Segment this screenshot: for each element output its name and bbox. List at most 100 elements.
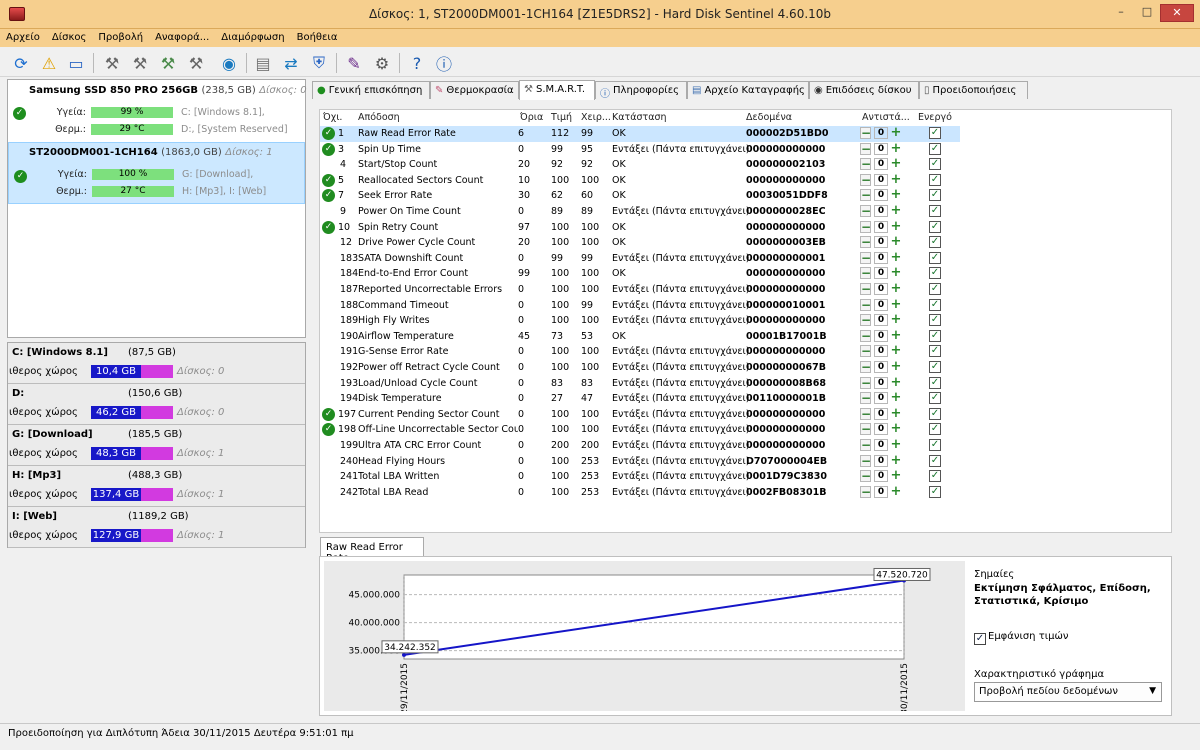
minus-icon[interactable]: − [860,392,871,405]
menu-disk[interactable]: Δίσκος [46,29,92,47]
refresh-icon[interactable]: ⟳ [10,52,32,74]
table-row[interactable]: 188 Command Timeout 0 100 99 Εντάξει (Πάντα ε… [320,298,960,314]
plus-icon[interactable]: + [890,173,902,186]
table-row[interactable]: ✓ 1 Raw Read Error Rate 6 112 99 OK 000002D51BD… [320,126,960,142]
offset-stepper[interactable]: −0 + [860,126,908,140]
enabled-checkbox[interactable]: ✓ [929,236,941,249]
plus-icon[interactable]: + [890,157,902,170]
header-value[interactable]: Τιμή [551,112,572,123]
offset-stepper[interactable]: −0 + [860,438,908,452]
volume-item[interactable]: C: [Windows 8.1] (87,5 GB) ιθερος χώρος 10,… [8,343,305,384]
offset-value[interactable]: 0 [874,298,888,311]
offset-stepper[interactable]: −0 + [860,469,908,483]
enabled-checkbox[interactable]: ✓ [929,127,941,139]
offset-value[interactable]: 0 [874,314,888,327]
table-row[interactable]: ✓ 10 Spin Retry Count 97 100 100 OK 00000000000… [320,220,960,236]
offset-stepper[interactable]: −0 + [860,376,908,390]
minus-icon[interactable]: − [860,454,871,467]
offset-value[interactable]: 0 [874,329,888,342]
plus-icon[interactable]: + [890,142,902,155]
offset-stepper[interactable]: −0 + [860,266,908,280]
show-values-checkbox[interactable]: ✓ Εμφάνιση τιμών [974,631,1068,645]
gear-icon[interactable]: ⚙ [371,52,393,74]
enabled-checkbox[interactable]: ✓ [929,220,941,233]
warning-icon[interactable]: ⚠ [38,52,60,74]
table-row[interactable]: 187 Reported Uncorrectable Errors 0 100 100 Ε… [320,282,960,298]
offset-stepper[interactable]: −0 + [860,298,908,312]
offset-value[interactable]: 0 [874,361,888,373]
header-id[interactable]: Όχι. [323,112,342,123]
plus-icon[interactable]: + [890,282,902,295]
plus-icon[interactable]: + [890,220,902,233]
minus-icon[interactable]: − [860,439,871,451]
table-row[interactable]: ✓ 7 Seek Error Rate 30 62 60 OK 00030051DDF8−0 +… [320,188,960,204]
minus-icon[interactable]: − [860,251,871,264]
offset-value[interactable]: 0 [874,205,888,217]
table-row[interactable]: 9 Power On Time Count 0 89 89 Εντάξει (Πάντα … [320,204,960,220]
header-offset[interactable]: Αντιστά... [862,112,910,123]
offset-stepper[interactable]: −0 + [860,344,908,358]
offset-stepper[interactable]: −0 + [860,188,908,202]
disk-image-icon[interactable]: ▭ [65,52,87,74]
minus-icon[interactable]: − [860,423,871,436]
minus-icon[interactable]: − [860,127,871,139]
offset-stepper[interactable]: −0 + [860,391,908,405]
offset-value[interactable]: 0 [874,345,888,358]
header-worst[interactable]: Χειρ... [581,112,611,123]
enabled-checkbox[interactable]: ✓ [929,314,941,327]
offset-stepper[interactable]: −0 + [860,142,908,156]
minus-icon[interactable]: − [860,407,871,420]
minus-icon[interactable]: − [860,345,871,358]
plus-icon[interactable]: + [890,485,902,498]
table-row[interactable]: 192 Power off Retract Cycle Count 0 100 100 Ε… [320,360,960,376]
tab-information[interactable]: ⓘ Πληροφορίες [595,81,687,100]
offset-value[interactable]: 0 [874,454,888,467]
volume-item[interactable]: D: (150,6 GB) ιθερος χώρος 46,2 GB Δίσκος: 0 [8,384,305,425]
plus-icon[interactable]: + [890,126,902,139]
enabled-checkbox[interactable]: ✓ [929,361,941,373]
offset-value[interactable]: 0 [874,267,888,280]
table-row[interactable]: 189 High Fly Writes 0 100 100 Εντάξει (Πάντα … [320,313,960,329]
enabled-checkbox[interactable]: ✓ [929,470,941,483]
offset-value[interactable]: 0 [874,392,888,405]
offset-stepper[interactable]: −0 + [860,407,908,421]
table-row[interactable]: 4 Start/Stop Count 20 92 92 OK 000000002103 −0 +… [320,157,960,173]
offset-value[interactable]: 0 [874,470,888,483]
minus-icon[interactable]: − [860,158,871,171]
document-icon[interactable]: ▤ [252,52,274,74]
offset-value[interactable]: 0 [874,251,888,264]
menu-view[interactable]: Προβολή [92,29,149,47]
plus-icon[interactable]: + [890,251,902,264]
maximize-button[interactable]: □ [1134,4,1160,22]
plus-icon[interactable]: + [890,344,902,357]
menu-help[interactable]: Βοήθεια [291,29,344,47]
plus-icon[interactable]: + [890,266,902,279]
offset-stepper[interactable]: −0 + [860,282,908,296]
table-row[interactable]: 12 Drive Power Cycle Count 20 100 100 OK 00000… [320,235,960,251]
enabled-checkbox[interactable]: ✓ [929,205,941,217]
offset-value[interactable]: 0 [874,158,888,171]
offset-stepper[interactable]: −0 + [860,204,908,218]
minus-icon[interactable]: − [860,376,871,389]
close-button[interactable]: ✕ [1160,4,1194,22]
tab-log[interactable]: ▤ Αρχείο Καταγραφής [687,81,809,99]
offset-value[interactable]: 0 [874,423,888,436]
minus-icon[interactable]: − [860,314,871,327]
tab-overview[interactable]: ● Γενική επισκόπηση [312,81,430,99]
plus-icon[interactable]: + [890,438,902,451]
offset-stepper[interactable]: −0 + [860,251,908,265]
table-row[interactable]: 191 G-Sense Error Rate 0 100 100 Εντάξει (Πάν… [320,344,960,360]
minus-icon[interactable]: − [860,267,871,280]
offset-stepper[interactable]: −0 + [860,329,908,343]
menu-report[interactable]: Αναφορά... [149,29,215,47]
enabled-checkbox[interactable]: ✓ [929,298,941,311]
minus-icon[interactable]: − [860,236,871,249]
enabled-checkbox[interactable]: ✓ [929,454,941,467]
header-data[interactable]: Δεδομένα [746,112,792,123]
plus-icon[interactable]: + [890,422,902,435]
minus-icon[interactable]: − [860,205,871,217]
enabled-checkbox[interactable]: ✓ [929,251,941,264]
table-row[interactable]: 184 End-to-End Error Count 99 100 100 OK 00000… [320,266,960,282]
volume-item[interactable]: H: [Mp3] (488,3 GB) ιθερος χώρος 137,4 GB Δί… [8,466,305,507]
offset-stepper[interactable]: −0 + [860,360,908,374]
